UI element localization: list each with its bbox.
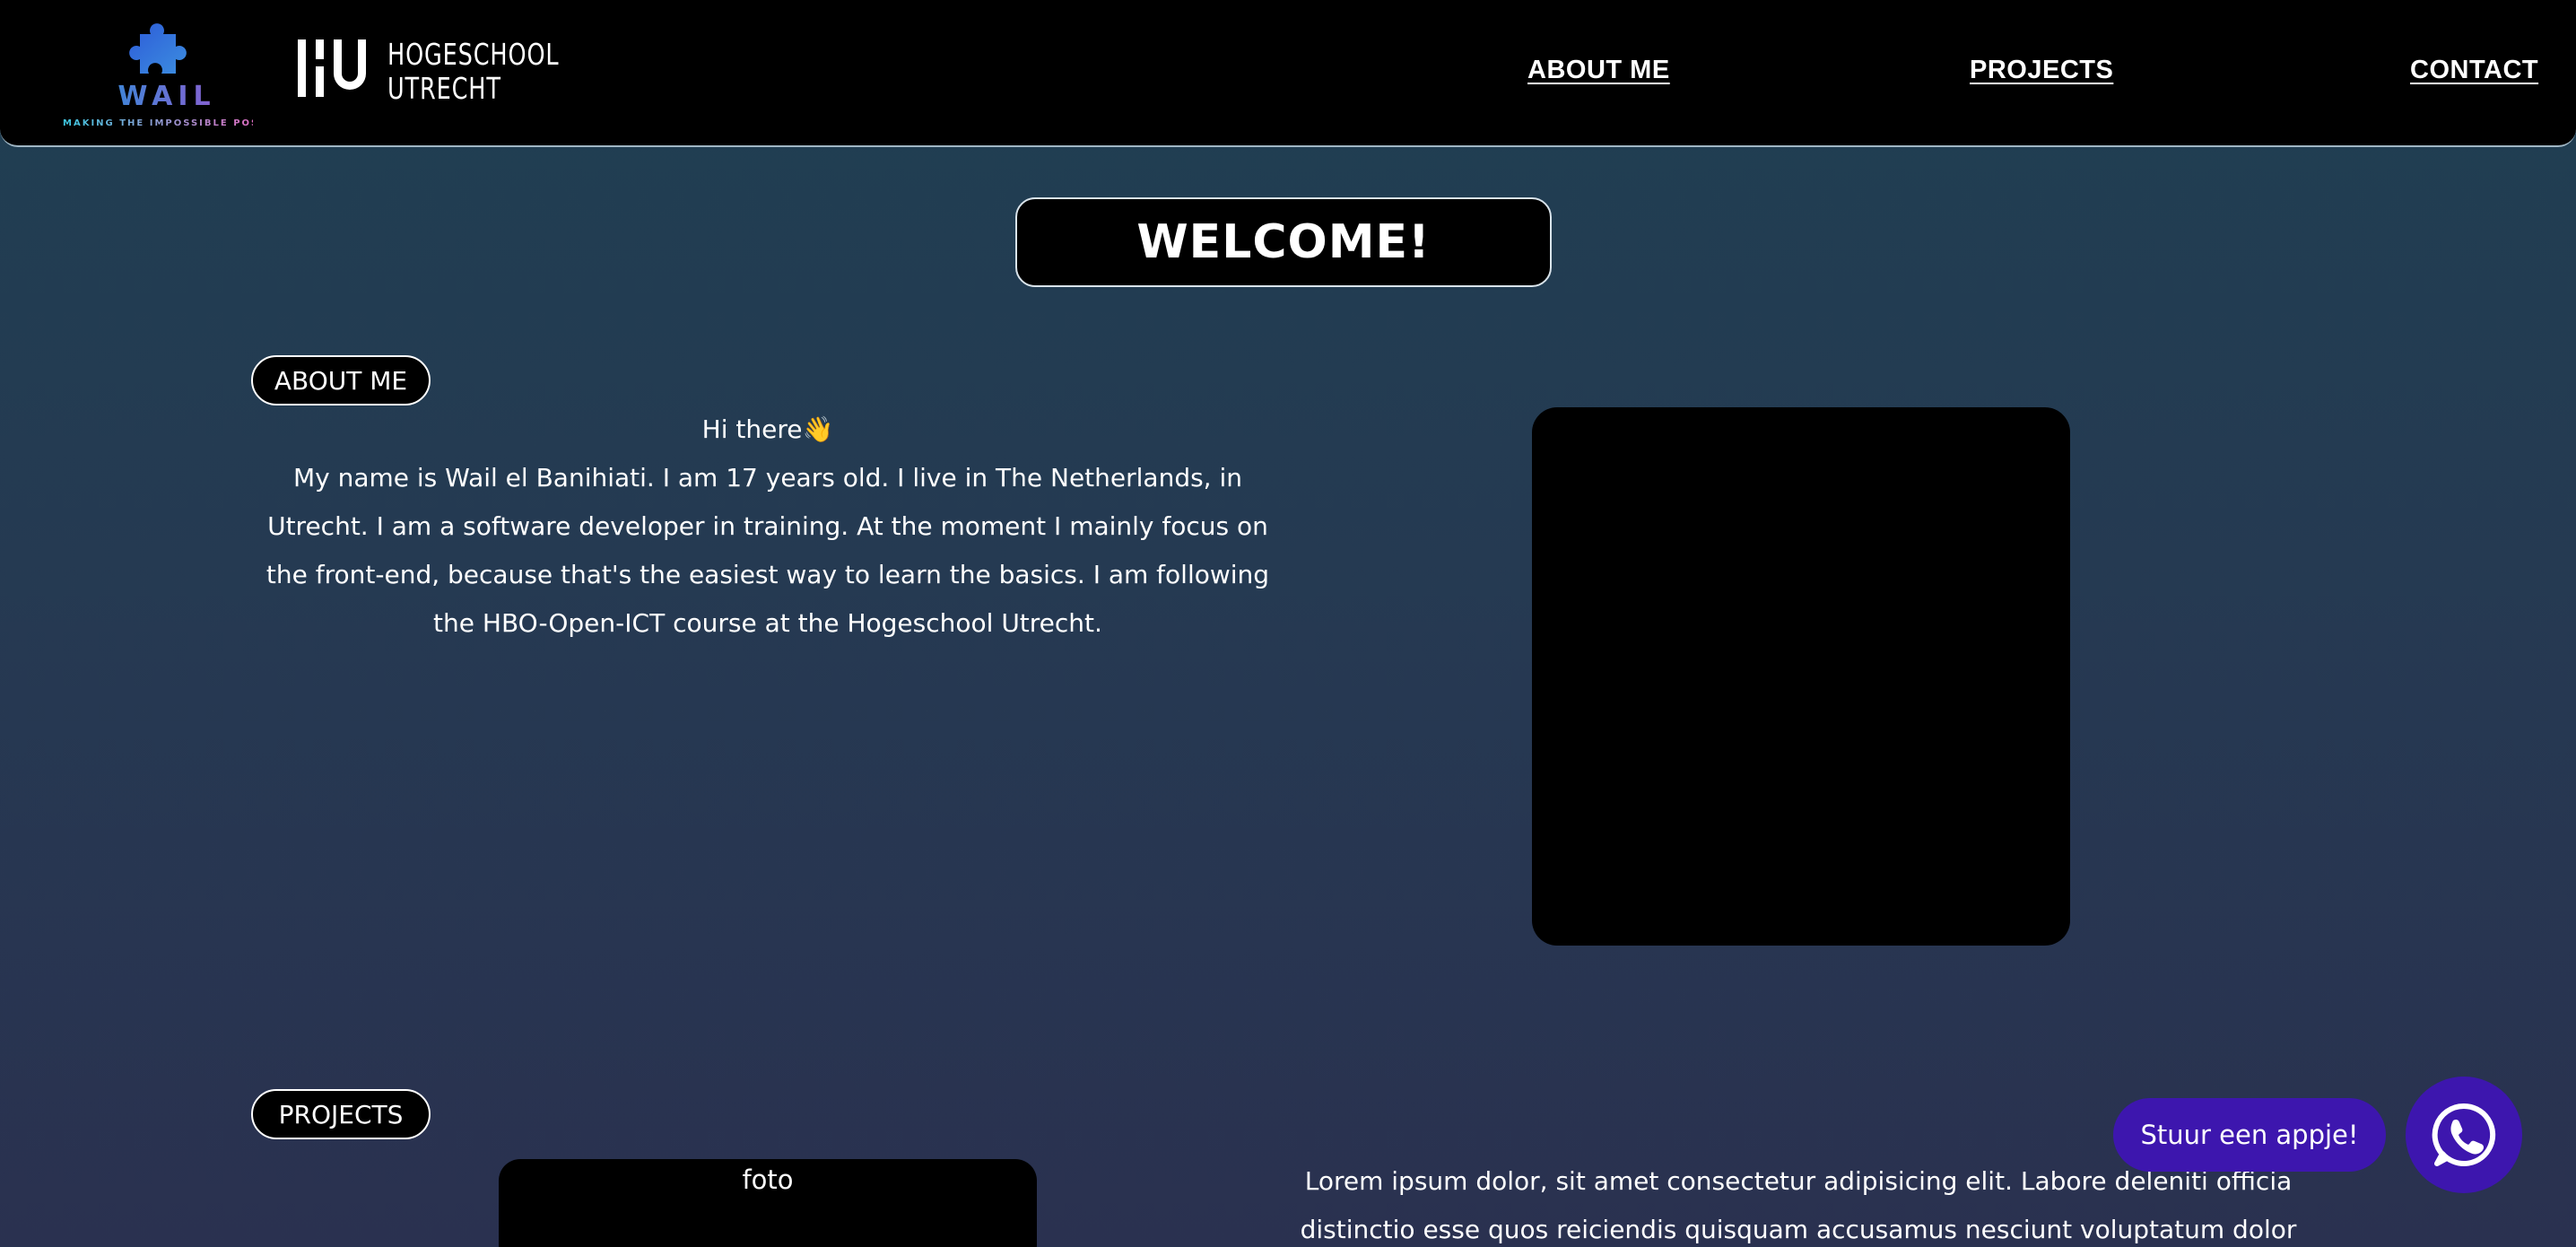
puzzle-icon	[129, 23, 187, 74]
school-line-2: UTRECHT	[387, 71, 501, 106]
welcome-banner: WELCOME!	[1015, 197, 1552, 287]
school-line-1: HOGESCHOOL	[387, 37, 560, 72]
hu-mark-icon	[298, 39, 366, 97]
project-photo: foto	[499, 1159, 1037, 1247]
about-me-text: Hi there👋 My name is Wail el Banihiati. …	[251, 405, 1284, 648]
projects-heading: PROJECTS	[251, 1089, 431, 1139]
navbar: WAIL MAKING THE IMPOSSIBLE POSSIBLE HOGE…	[0, 0, 2576, 147]
hogeschool-utrecht-wordmark: HOGESCHOOL UTRECHT	[387, 38, 559, 106]
profile-photo	[1532, 407, 2070, 946]
about-body: My name is Wail el Banihiati. I am 17 ye…	[265, 463, 1270, 638]
about-me-heading: ABOUT ME	[251, 355, 431, 405]
nav-link-projects[interactable]: PROJECTS	[1970, 56, 2113, 85]
whatsapp-button[interactable]	[2406, 1077, 2522, 1193]
hogeschool-utrecht-logo[interactable]: HOGESCHOOL UTRECHT	[298, 36, 567, 108]
whatsapp-label-button[interactable]: Stuur een appje!	[2113, 1098, 2386, 1172]
wail-logo[interactable]: WAIL MAKING THE IMPOSSIBLE POSSIBLE	[63, 22, 297, 133]
nav-link-about-me[interactable]: ABOUT ME	[1527, 56, 1670, 85]
about-greeting: Hi there👋	[701, 414, 834, 444]
project-photo-label: foto	[742, 1164, 794, 1195]
wail-logo-tagline: MAKING THE IMPOSSIBLE POSSIBLE	[63, 118, 297, 128]
wail-logo-text: WAIL	[113, 81, 221, 112]
whatsapp-icon	[2432, 1103, 2496, 1166]
nav-link-contact[interactable]: CONTACT	[2410, 56, 2538, 85]
